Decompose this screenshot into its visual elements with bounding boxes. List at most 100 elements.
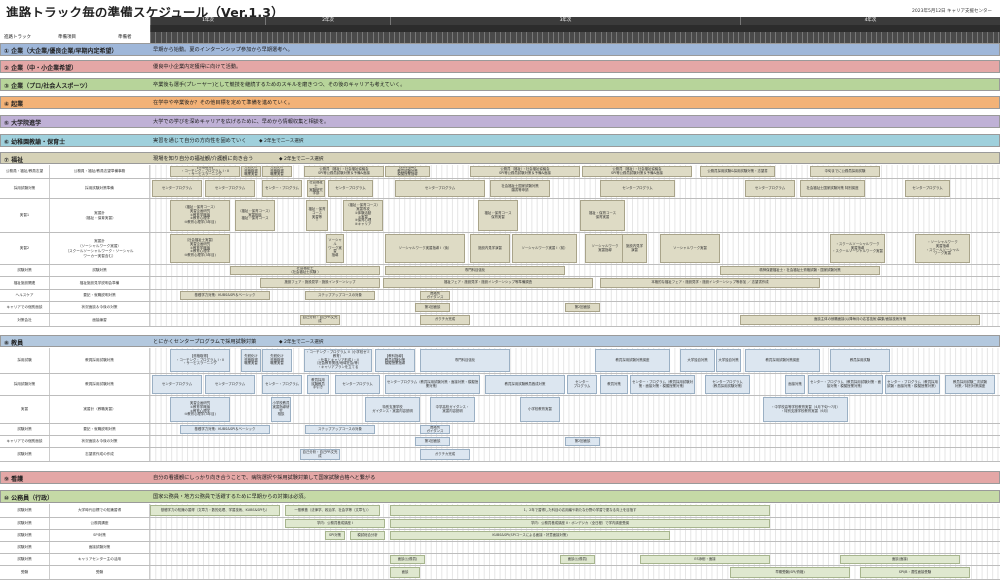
week-tick: [218, 32, 220, 43]
week-tick: [934, 32, 936, 43]
week-tick: [955, 32, 957, 43]
week-tick: [430, 32, 432, 43]
teacher-schedule-block: 教員採用試験対策講座: [595, 349, 670, 372]
week-tick: [674, 32, 676, 43]
week-tick: [717, 32, 719, 43]
week-gridlines: [150, 199, 1000, 232]
week-tick: [701, 32, 703, 43]
public-row-track-label: 試験対策: [0, 504, 50, 517]
week-tick: [621, 32, 623, 43]
week-tick: [754, 32, 756, 43]
section-7: ⑦ 福祉 現場を知り自分の福祉観/介護観に向き合う ◆ 2年生で二ース選択: [0, 152, 1000, 164]
week-tick: [770, 32, 772, 43]
public-schedule-block: 面談(面接): [840, 555, 960, 564]
week-tick: [171, 32, 173, 43]
section-3: ③ 企業（プロ/社会人スポーツ） 卒業後も選手(プレーヤー)として競技を継続する…: [0, 78, 1000, 91]
week-tick: [542, 32, 544, 43]
week-tick: [234, 32, 236, 43]
date-and-office: 2023年5月12日 キャリア支援センター: [912, 9, 992, 14]
section-7-desc: 現場を知り自分の福祉観/介護観に向き合う: [153, 156, 254, 162]
welfare-schedule-block: 【教科指導】 教員試験対策 模擬授業指導: [385, 166, 430, 177]
public-schedule-block: 早期受験(SPI/資格): [730, 567, 850, 578]
week-tick: [764, 32, 766, 43]
welfare-schedule-block: ・スクールソーシャルワーク 実習指導 ・スクールソーシャルワーク実習: [830, 234, 885, 263]
week-gridlines: [150, 424, 1000, 435]
welfare-row: 実習1 実習計 （福祉・保育実習） （福祉・保育コース） 実習企画研究 ①教育学概論…: [0, 199, 1000, 233]
week-tick: [483, 32, 485, 43]
public-schedule-block: 面談(公務員): [560, 555, 595, 564]
teacher-row: 試験対策 志望書作成の作成 自己分析・自己PR文完成 ガクチカ完成: [0, 448, 1000, 462]
teacher-schedule-block: 実習企画研究 ①教育学概論 ②教育心理学 ③教育心理学(3年目): [170, 397, 230, 422]
week-tick: [579, 32, 581, 43]
teacher-row: 採用試験 教員採用試験対策 【資格取得】 ・コーチング・プログラム I・II ・サー…: [0, 348, 1000, 374]
teacher-row-track-label: キャリアでの個別面談: [0, 436, 50, 447]
week-tick: [711, 32, 713, 43]
teacher-schedule-block: 第1回面談: [415, 437, 450, 446]
section-4-desc: 在学中や卒業後か？その他目標を定めて準備を進めていく。: [153, 100, 294, 106]
week-tick: [388, 32, 390, 43]
section-6: ⑥ 幼稚園教諭・保育士 実習を通じて自分の方向性を固めていく ◆ 2年生で二ース…: [0, 134, 1000, 147]
welfare-row-track-label: 公務員・福祉/教員志望: [0, 165, 50, 178]
week-tick: [314, 32, 316, 43]
week-tick: [801, 32, 803, 43]
week-tick: [945, 32, 946, 43]
teacher-row-track-label: 試験対策: [0, 448, 50, 461]
week-tick: [377, 32, 379, 43]
teacher-schedule-block: センタープログラム （教員採用試験対策）: [705, 375, 750, 394]
teacher-schedule-block: 進路別 ガイダンス: [420, 425, 450, 434]
welfare-row-item-label: 福祉施設見学説明会準備: [50, 277, 150, 289]
welfare-schedule-block: 公務員採用試験&採用試験対策・志望書: [700, 166, 775, 177]
week-tick: [738, 32, 740, 43]
week-tick: [324, 32, 326, 43]
public-row-track-label: 試験対策: [0, 542, 50, 553]
week-tick: [600, 32, 602, 43]
week-tick: [759, 32, 761, 43]
welfare-row: 採用試験対策 採用試験対策準備 センタープログラム センタープログラム センター・プログ…: [0, 179, 1000, 199]
week-tick: [415, 32, 416, 43]
week-tick: [589, 32, 591, 43]
week-tick: [987, 32, 989, 43]
public-grid: 試験対策 大学時代目標での知識習得 基礎学力の知識の習得（文章力・数的処理、学習技術…: [0, 504, 1000, 580]
section-10-desc: 国家公務員・地方公務員で活躍するために早期からの対策は必須。: [153, 494, 309, 500]
week-tick: [568, 32, 570, 43]
section-5-desc: 大学での学びを深めキャリアを広げるために、早めから情報収集と相談を。: [153, 119, 330, 125]
section-8-desc: とにかくセンタープログラムで採用試験対策: [153, 339, 257, 345]
week-tick: [330, 32, 332, 43]
welfare-schedule-block: ソーシャルワーク実習: [660, 234, 720, 263]
week-tick: [240, 32, 242, 43]
teacher-schedule-block: 大学独自対策: [680, 349, 715, 372]
teacher-schedule-block: ガクチカ完成: [420, 449, 470, 460]
week-tick: [187, 32, 189, 43]
section-5-title: ⑤ 大学院進学: [4, 120, 42, 127]
week-tick: [192, 32, 194, 43]
week-tick: [282, 32, 284, 43]
welfare-row-item-label: 状況面談＆今後の対策: [50, 302, 150, 313]
teacher-row-item-label: 志望書作成の作成: [50, 448, 150, 461]
week-tick: [150, 32, 151, 43]
welfare-schedule-block: センタープログラム: [905, 180, 950, 197]
week-tick: [653, 32, 655, 43]
week-tick: [733, 32, 734, 43]
week-tick: [786, 32, 787, 43]
public-row: 試験対策 大学時代目標での知識習得 基礎学力の知識の習得（文章力・数的処理、学習技術…: [0, 504, 1000, 518]
week-tick: [319, 32, 321, 43]
public-row-item-label: 大学時代目標での知識習得: [50, 504, 150, 517]
week-tick: [690, 32, 692, 43]
teacher-schedule-block: 大学独自対策: [716, 349, 741, 372]
week-tick: [309, 32, 310, 43]
section-8: ⑧ 教員 とにかくセンタープログラムで採用試験対策 ◆ 2年生で二ース選択: [0, 335, 1000, 347]
public-schedule-block: 一般教養（法律学、政治学、社会学等（文章も））: [285, 505, 380, 516]
week-tick: [892, 32, 893, 43]
public-schedule-block: KUBS&SPI(SPIコースによる面接・好意面接対策): [390, 531, 670, 540]
teacher-row-item-label: 実習計（教職実習）: [50, 396, 150, 423]
header-owner-col: 準備者: [118, 35, 132, 40]
welfare-schedule-block: 福祉・保育コース 保育実習: [478, 200, 518, 231]
welfare-schedule-block: 福祉フェア・施設見学・施設インターンシップ等準備調査: [383, 278, 593, 288]
week-tick: [457, 32, 459, 43]
week-tick: [176, 32, 178, 43]
public-row-track-label: 試験対策: [0, 518, 50, 529]
week-tick: [807, 32, 809, 43]
welfare-schedule-block: 第1回面談: [415, 303, 450, 312]
teacher-row-track-label: 実習: [0, 396, 50, 423]
teacher-schedule-block: 小学校教員 実習指導研究 相談: [271, 397, 291, 422]
